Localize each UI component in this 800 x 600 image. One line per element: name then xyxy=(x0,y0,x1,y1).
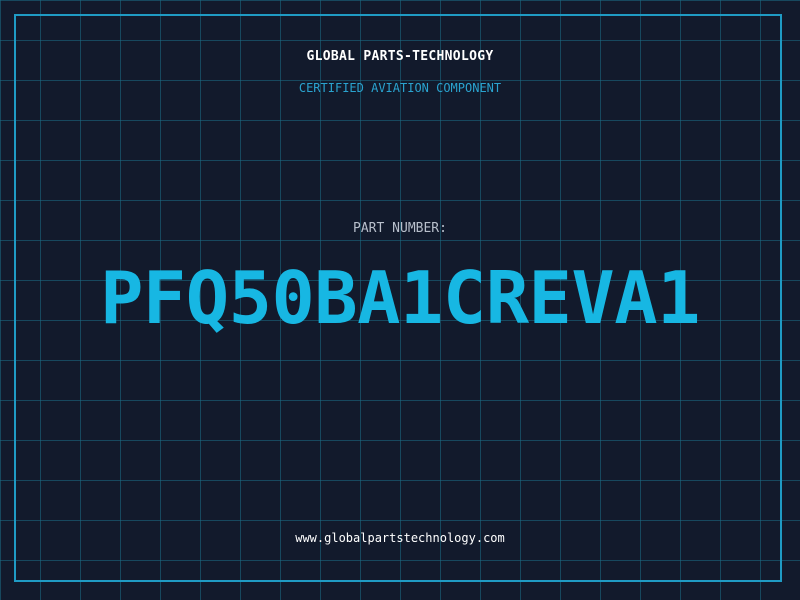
part-number-label: PART NUMBER: xyxy=(353,221,447,236)
label-canvas: GLOBAL PARTS-TECHNOLOGY CERTIFIED AVIATI… xyxy=(0,0,800,600)
certification-tagline: CERTIFIED AVIATION COMPONENT xyxy=(298,81,502,95)
company-name: GLOBAL PARTS-TECHNOLOGY xyxy=(306,49,494,64)
part-number-value: PFQ50BA1CREVA1 xyxy=(100,256,700,340)
website-url: www.globalpartstechnology.com xyxy=(295,531,505,545)
